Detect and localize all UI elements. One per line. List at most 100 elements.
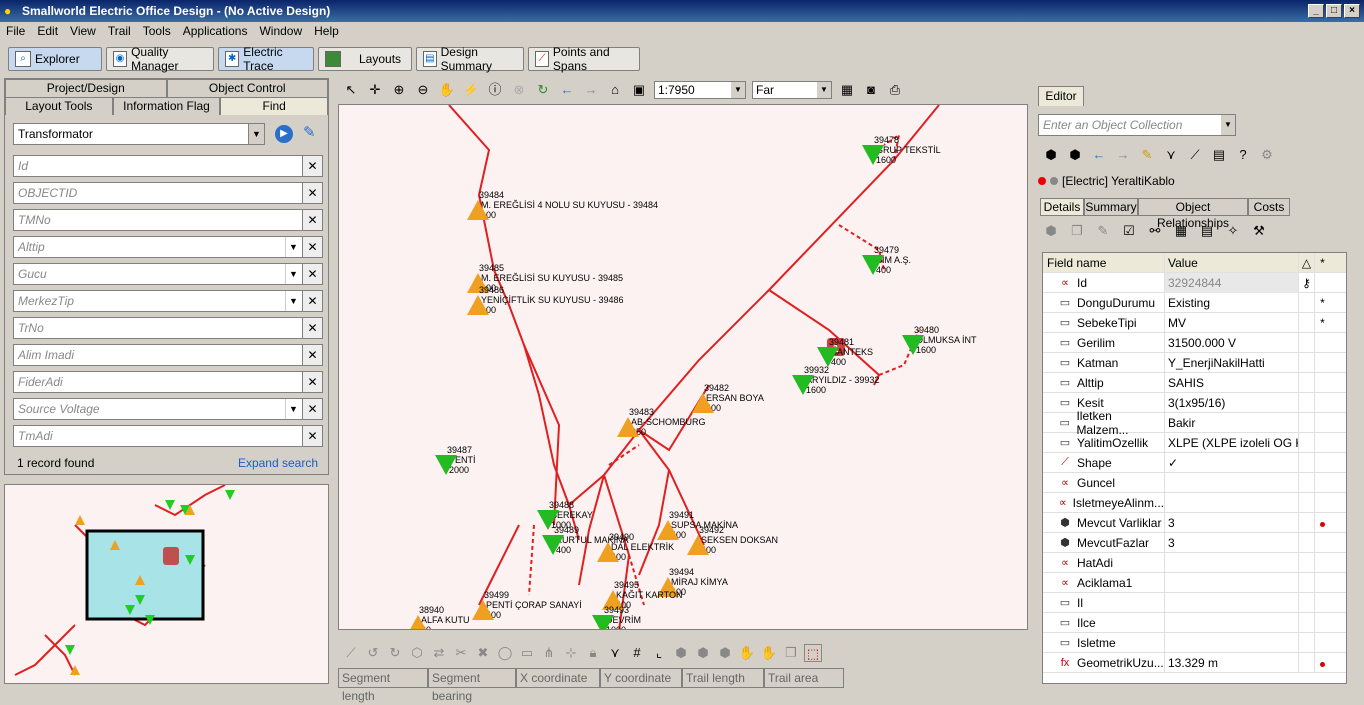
transformer-marker[interactable]: 39483 AB-SCHOMBURG 250	[617, 407, 706, 437]
field-value[interactable]: Existing	[1164, 292, 1298, 313]
close-button[interactable]: ×	[1344, 4, 1360, 18]
tmadi-field[interactable]: TmAdi ✕	[13, 425, 323, 447]
attribute-row[interactable]: ∝ Id 32924844 ⚷	[1043, 272, 1346, 293]
tab-object-control[interactable]: Object Control	[166, 79, 328, 97]
chevron-down-icon[interactable]: ▼	[285, 399, 301, 419]
clear-icon[interactable]: ✕	[302, 291, 322, 311]
menu-view[interactable]: View	[64, 24, 102, 38]
field-value[interactable]: 31500.000 V	[1164, 332, 1298, 353]
select-arrow-icon[interactable]: ↖	[342, 81, 360, 99]
edit-select-icon[interactable]: ⬚	[804, 644, 822, 662]
sort-icon[interactable]: △	[1298, 253, 1314, 273]
menu-window[interactable]: Window	[253, 24, 308, 38]
trace-icon[interactable]: ⚡	[462, 81, 480, 99]
field-value[interactable]: Bakir	[1164, 412, 1298, 433]
menu-file[interactable]: File	[0, 24, 31, 38]
edit-hand-icon[interactable]: ✋	[738, 644, 756, 662]
field-value[interactable]: 32924844	[1164, 272, 1298, 293]
binoculars-icon[interactable]: ⚯	[1146, 222, 1164, 240]
clear-icon[interactable]: ✕	[302, 183, 322, 203]
transformer-marker[interactable]: 39481 SANTEKS 400	[817, 337, 873, 367]
menu-tools[interactable]: Tools	[137, 24, 177, 38]
edit-corner-icon[interactable]: ⌞	[650, 644, 668, 662]
scale-select[interactable]: 1:7950 ▼	[654, 81, 746, 99]
tmno-field[interactable]: TMNo ✕	[13, 209, 323, 231]
camera-icon[interactable]: ◙	[862, 81, 880, 99]
crosshair-icon[interactable]: ✛	[366, 81, 384, 99]
forward-arrow-icon[interactable]: →	[582, 81, 600, 99]
settings-icon[interactable]: ⚙	[1258, 146, 1276, 164]
maximize-button[interactable]: □	[1326, 4, 1342, 18]
attribute-row[interactable]: ▭ Gerilim 31500.000 V	[1043, 332, 1346, 353]
transformer-marker[interactable]: 39490 DAL ELEKTRİK 400	[597, 532, 674, 562]
zoom-extent-icon[interactable]: ▣	[630, 81, 648, 99]
clear-icon[interactable]: ✕	[302, 264, 322, 284]
forward-arrow-icon[interactable]: →	[1114, 146, 1132, 164]
electric-trace-button[interactable]: ✱ Electric Trace	[218, 45, 314, 73]
menu-applications[interactable]: Applications	[177, 24, 254, 38]
clear-icon[interactable]: ✕	[302, 237, 322, 257]
help-icon[interactable]: ?	[1234, 146, 1252, 164]
value-header[interactable]: Value	[1164, 253, 1298, 273]
tab-summary[interactable]: Summary	[1084, 198, 1138, 216]
overview-map[interactable]	[4, 484, 329, 684]
edit-curve2-icon[interactable]: ↻	[386, 644, 404, 662]
field-value[interactable]	[1164, 632, 1298, 653]
tab-find[interactable]: Find	[220, 97, 329, 115]
attribute-row[interactable]: ▭ Alttip SAHIS	[1043, 372, 1346, 393]
field-value[interactable]: 3(1x95/16)	[1164, 392, 1298, 413]
grid-icon[interactable]: ▦	[1172, 222, 1190, 240]
layers-icon[interactable]: ▦	[838, 81, 856, 99]
home-icon[interactable]: ⌂	[606, 81, 624, 99]
edit-delete-icon[interactable]: ✖	[474, 644, 492, 662]
menu-help[interactable]: Help	[308, 24, 345, 38]
clear-icon[interactable]: ✕	[302, 372, 322, 392]
attribute-row[interactable]: ▭ Isletme	[1043, 632, 1346, 653]
zoom-out-icon[interactable]: ⊖	[414, 81, 432, 99]
edit-grid-icon[interactable]: #	[628, 644, 646, 662]
transformer-marker[interactable]: 38940 ALFA KUTU 60	[407, 605, 470, 629]
back-arrow-icon[interactable]: ←	[558, 81, 576, 99]
attribute-row[interactable]: ∝ Guncel	[1043, 472, 1346, 493]
field-value[interactable]: 3	[1164, 532, 1298, 553]
attribute-row[interactable]: ▭ SebekeTipi MV *	[1043, 312, 1346, 333]
clear-icon[interactable]: ✕	[302, 426, 322, 446]
viewport-frame[interactable]	[85, 529, 205, 621]
attribute-row[interactable]: ▭ Katman Y_EnerjiNakilHatti	[1043, 352, 1346, 373]
edit-line-icon[interactable]: ⟋	[342, 644, 360, 662]
attribute-row[interactable]: ⬢ MevcutFazlar 3	[1043, 532, 1346, 553]
tab-object-relationships[interactable]: Object Relationships	[1138, 198, 1248, 230]
transformer-marker[interactable]: 39487 PENTİ 2000	[435, 445, 476, 475]
field-value[interactable]	[1164, 592, 1298, 613]
source-voltage-field[interactable]: Source Voltage ▼ ✕	[13, 398, 323, 420]
id-field[interactable]: Id ✕	[13, 155, 323, 177]
run-search-icon[interactable]: ▶	[275, 125, 293, 143]
chevron-down-icon[interactable]: ▼	[285, 291, 301, 311]
transformer-marker[interactable]: 39479 BİM A.Ş. 400	[862, 245, 911, 275]
attribute-row[interactable]: ⬢ Mevcut Varliklar 3	[1043, 512, 1346, 533]
tab-editor[interactable]: Editor	[1038, 86, 1084, 106]
edit-curve-icon[interactable]: ↺	[364, 644, 382, 662]
edit-cut-icon[interactable]: ✂	[452, 644, 470, 662]
field-value[interactable]	[1164, 612, 1298, 633]
field-name-header[interactable]: Field name	[1043, 256, 1164, 270]
refresh-icon[interactable]: ↻	[534, 81, 552, 99]
transformer-marker[interactable]: 39486 YENİÇİFTLİK SU KUYUSU - 39486 100	[467, 285, 624, 315]
pan-hand-icon[interactable]: ✋	[438, 81, 456, 99]
clear-icon[interactable]: ✕	[302, 318, 322, 338]
attribute-row[interactable]: ▭ Iletken Malzem... Bakir	[1043, 409, 1346, 437]
transformer-marker[interactable]: 39492 SEKSEN DOKSAN 400	[687, 525, 778, 555]
field-value[interactable]: 13.329 m	[1164, 652, 1298, 673]
chevron-down-icon[interactable]: ▼	[1221, 115, 1235, 135]
tab-costs[interactable]: Costs	[1248, 198, 1290, 216]
transformer-marker[interactable]: 39484 M. EREĞLİSİ 4 NOLU SU KUYUSU - 3948…	[467, 190, 658, 220]
cube-icon[interactable]: ⬢	[1042, 222, 1060, 240]
edit-rect-icon[interactable]: ▭	[518, 644, 536, 662]
design-summary-button[interactable]: ▤ Design Summary	[416, 45, 524, 73]
field-value[interactable]: SAHIS	[1164, 372, 1298, 393]
tab-details[interactable]: Details	[1040, 198, 1084, 216]
explorer-button[interactable]: ⌕ Explorer	[8, 47, 102, 71]
checklist-icon[interactable]: ☑	[1120, 222, 1138, 240]
points-spans-button[interactable]: ⟋ Points and Spans	[528, 45, 640, 73]
print-icon[interactable]: ⎙	[886, 81, 904, 99]
